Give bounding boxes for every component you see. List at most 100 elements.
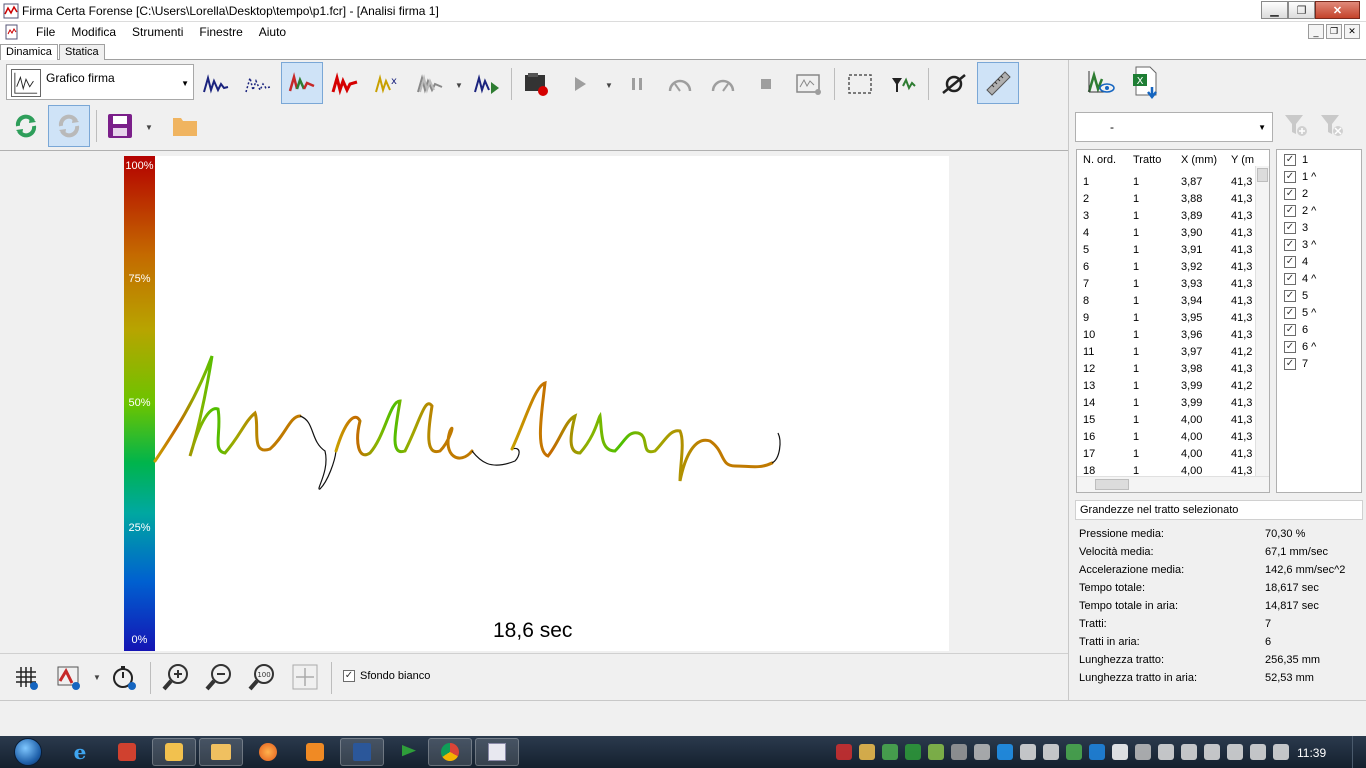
tray-icon[interactable] <box>859 744 875 760</box>
trace-speed-button[interactable] <box>325 64 365 104</box>
stroke-checkbox[interactable]: ✓ <box>1284 341 1296 353</box>
table-row[interactable]: 16 1 4,00 41,3 <box>1077 431 1257 448</box>
stroke-checkbox[interactable]: ✓ <box>1284 256 1296 268</box>
minimize-button[interactable]: ▁ <box>1261 1 1288 19</box>
scrollbar-thumb[interactable] <box>1257 168 1268 182</box>
stroke-checkbox[interactable]: ✓ <box>1284 290 1296 302</box>
table-row[interactable]: 11 1 3,97 41,2 <box>1077 346 1257 363</box>
stroke-checkbox[interactable]: ✓ <box>1284 324 1296 336</box>
trace-play-button[interactable] <box>467 64 507 104</box>
stroke-list-item[interactable]: ✓ 5 ^ <box>1284 305 1316 321</box>
show-desktop-button[interactable] <box>1352 736 1366 768</box>
filter-select[interactable]: - ▼ <box>1075 112 1273 142</box>
taskbar-app[interactable] <box>387 738 431 766</box>
stroke-checkbox[interactable]: ✓ <box>1284 171 1296 183</box>
filter-button[interactable] <box>883 64 923 104</box>
taskbar-word[interactable] <box>340 738 384 766</box>
tray-icon[interactable] <box>1112 744 1128 760</box>
table-row[interactable]: 12 1 3,98 41,3 <box>1077 363 1257 380</box>
stroke-list-item[interactable]: ✓ 4 ^ <box>1284 271 1316 287</box>
taskbar-ie[interactable]: e <box>58 738 102 766</box>
auto-refresh-button[interactable] <box>48 105 90 147</box>
record-button[interactable] <box>516 64 556 104</box>
tray-icon[interactable] <box>905 744 921 760</box>
document-icon[interactable] <box>4 24 20 40</box>
table-row[interactable]: 14 1 3,99 41,3 <box>1077 397 1257 414</box>
scrollbar-thumb[interactable] <box>1095 479 1129 490</box>
menu-file[interactable]: File <box>28 25 63 39</box>
tab-dinamica[interactable]: Dinamica <box>0 44 58 61</box>
zoom-out-button[interactable] <box>199 657 239 697</box>
export-excel-button[interactable]: X <box>1125 62 1165 102</box>
menu-modifica[interactable]: Modifica <box>63 25 124 39</box>
column-header[interactable]: X (mm) <box>1175 150 1225 172</box>
table-row[interactable]: 7 1 3,93 41,3 <box>1077 278 1257 295</box>
column-header[interactable]: Tratto <box>1127 150 1175 172</box>
link-button[interactable] <box>934 64 974 104</box>
table-row[interactable]: 2 1 3,88 41,3 <box>1077 193 1257 210</box>
chevron-down-icon[interactable]: ▼ <box>145 123 153 132</box>
zoom-100-button[interactable]: 100 <box>242 657 282 697</box>
taskbar-firefox[interactable] <box>246 738 290 766</box>
table-row[interactable]: 3 1 3,89 41,3 <box>1077 210 1257 227</box>
tray-icon[interactable] <box>1204 744 1220 760</box>
points-table[interactable]: N. ord. Tratto X (mm) Y (m 1 1 3,87 41,3 2 1 3… <box>1076 149 1270 493</box>
stroke-checkbox[interactable]: ✓ <box>1284 154 1296 166</box>
tab-statica[interactable]: Statica <box>59 44 105 61</box>
trace-pressure-button[interactable] <box>281 62 323 104</box>
trace-hide-button[interactable] <box>1081 62 1121 102</box>
taskbar-media[interactable] <box>293 738 337 766</box>
table-row[interactable]: 9 1 3,95 41,3 <box>1077 312 1257 329</box>
taskbar-app[interactable] <box>105 738 149 766</box>
clock[interactable]: 11:39 <box>1297 746 1326 760</box>
table-horizontal-scrollbar[interactable] <box>1077 476 1269 492</box>
tray-icon[interactable] <box>997 744 1013 760</box>
stroke-list-item[interactable]: ✓ 7 <box>1284 356 1308 372</box>
speed-up-button[interactable] <box>703 64 743 104</box>
selection-button[interactable] <box>840 64 880 104</box>
column-header[interactable]: Y (m <box>1225 150 1257 172</box>
chevron-down-icon[interactable]: ▼ <box>605 81 613 90</box>
tray-icon[interactable] <box>1089 744 1105 760</box>
tray-icon[interactable] <box>1020 744 1036 760</box>
stroke-list-item[interactable]: ✓ 3 ^ <box>1284 237 1316 253</box>
table-row[interactable]: 5 1 3,91 41,3 <box>1077 244 1257 261</box>
chevron-down-icon[interactable]: ▼ <box>93 673 101 682</box>
table-row[interactable]: 13 1 3,99 41,2 <box>1077 380 1257 397</box>
pause-button[interactable] <box>617 64 657 104</box>
slow-down-button[interactable] <box>660 64 700 104</box>
stroke-list-item[interactable]: ✓ 1 <box>1284 152 1308 168</box>
tray-icon[interactable] <box>974 744 990 760</box>
reload-button[interactable] <box>6 106 46 146</box>
trace-points-button[interactable] <box>238 64 278 104</box>
table-row[interactable]: 1 1 3,87 41,3 <box>1077 176 1257 193</box>
tray-icon[interactable] <box>882 744 898 760</box>
menu-strumenti[interactable]: Strumenti <box>124 25 191 39</box>
stroke-checkbox[interactable]: ✓ <box>1284 222 1296 234</box>
taskbar-firma-certa[interactable] <box>475 738 519 766</box>
stop-button[interactable] <box>746 64 786 104</box>
add-filter-button[interactable] <box>1279 108 1313 142</box>
table-row[interactable]: 10 1 3,96 41,3 <box>1077 329 1257 346</box>
stroke-checkbox[interactable]: ✓ <box>1284 239 1296 251</box>
taskbar-explorer[interactable] <box>199 738 243 766</box>
play-button[interactable] <box>560 64 600 104</box>
menu-aiuto[interactable]: Aiuto <box>251 25 294 39</box>
restore-button[interactable]: ❐ <box>1288 1 1315 19</box>
grid-button[interactable] <box>6 657 46 697</box>
stroke-checkbox[interactable]: ✓ <box>1284 205 1296 217</box>
stroke-list-item[interactable]: ✓ 6 <box>1284 322 1308 338</box>
stroke-list-item[interactable]: ✓ 2 ^ <box>1284 203 1316 219</box>
table-row[interactable]: 8 1 3,94 41,3 <box>1077 295 1257 312</box>
stroke-list-item[interactable]: ✓ 2 <box>1284 186 1308 202</box>
white-background-checkbox[interactable]: ✓ <box>343 670 355 682</box>
white-background-option[interactable]: ✓ Sfondo bianco <box>343 670 430 682</box>
chart-type-select[interactable]: Grafico firma ▼ <box>6 64 194 100</box>
trace-blue-button[interactable] <box>196 64 236 104</box>
tray-icon[interactable] <box>1158 744 1174 760</box>
stroke-checkbox[interactable]: ✓ <box>1284 188 1296 200</box>
menu-finestre[interactable]: Finestre <box>191 25 250 39</box>
zoom-in-button[interactable] <box>156 657 196 697</box>
stroke-list-item[interactable]: ✓ 6 ^ <box>1284 339 1316 355</box>
tray-icon[interactable] <box>1043 744 1059 760</box>
